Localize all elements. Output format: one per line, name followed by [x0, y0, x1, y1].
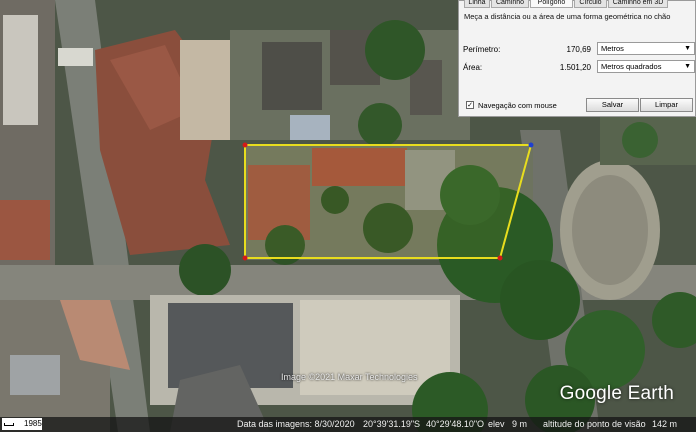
latitude: 20°39'31.19"S — [363, 419, 421, 429]
status-bar: 1985 Data das imagens: 8/30/2020 20°39'3… — [0, 417, 696, 432]
historical-imagery-slider[interactable]: 1985 — [2, 418, 42, 430]
elevation-label: elev — [488, 419, 505, 429]
chevron-down-icon: ▼ — [684, 45, 691, 52]
area-label: Área: — [463, 63, 483, 72]
imagery-copyright: Image ©2021 Maxar Technologies — [281, 372, 418, 382]
imagery-year: 1985 — [24, 419, 42, 428]
tab-3d-path[interactable]: Caminho em 3D — [608, 0, 668, 8]
chevron-down-icon: ▼ — [684, 63, 691, 70]
save-button[interactable]: Salvar — [586, 98, 639, 112]
perimeter-label: Perímetro: — [463, 45, 501, 54]
mouse-navigation-checkbox[interactable]: ✓ — [466, 101, 474, 109]
checkmark-icon: ✓ — [467, 102, 473, 109]
area-value: 1.501,20 — [559, 63, 591, 72]
tab-circle[interactable]: Círculo — [574, 0, 607, 8]
tab-line[interactable]: Linha — [464, 0, 490, 8]
measure-polygon[interactable] — [244, 144, 533, 259]
ruler-description: Meça a distância ou a área de uma forma … — [464, 12, 671, 21]
perimeter-unit-select[interactable]: Metros ▼ — [597, 42, 695, 55]
mouse-navigation-label: Navegação com mouse — [478, 101, 557, 110]
polygon-vertex[interactable] — [242, 142, 248, 148]
polygon-vertex[interactable] — [528, 142, 534, 148]
eye-altitude-label: altitude do ponto de visão — [543, 419, 646, 429]
scale-bar-icon — [4, 423, 14, 426]
eye-altitude-value: 142 m — [652, 419, 678, 429]
area-unit-select[interactable]: Metros quadrados ▼ — [597, 60, 695, 73]
longitude: 40°29'48.10"O — [426, 419, 485, 429]
perimeter-unit-value: Metros — [601, 44, 624, 53]
elevation-value: 9 m — [512, 419, 528, 429]
area-unit-value: Metros quadrados — [601, 62, 662, 71]
perimeter-value: 170,69 — [566, 45, 591, 54]
tab-path[interactable]: Caminho — [491, 0, 529, 8]
ruler-tabs: Linha Caminho Polígono Círculo Caminho e… — [459, 0, 695, 9]
clear-button[interactable]: Limpar — [640, 98, 693, 112]
tab-polygon[interactable]: Polígono — [530, 0, 573, 8]
polygon-vertex[interactable] — [242, 255, 248, 261]
polygon-vertex[interactable] — [497, 255, 503, 261]
google-earth-logo: Google Earth — [559, 383, 674, 404]
image-date: Data das imagens: 8/30/2020 — [237, 419, 355, 429]
